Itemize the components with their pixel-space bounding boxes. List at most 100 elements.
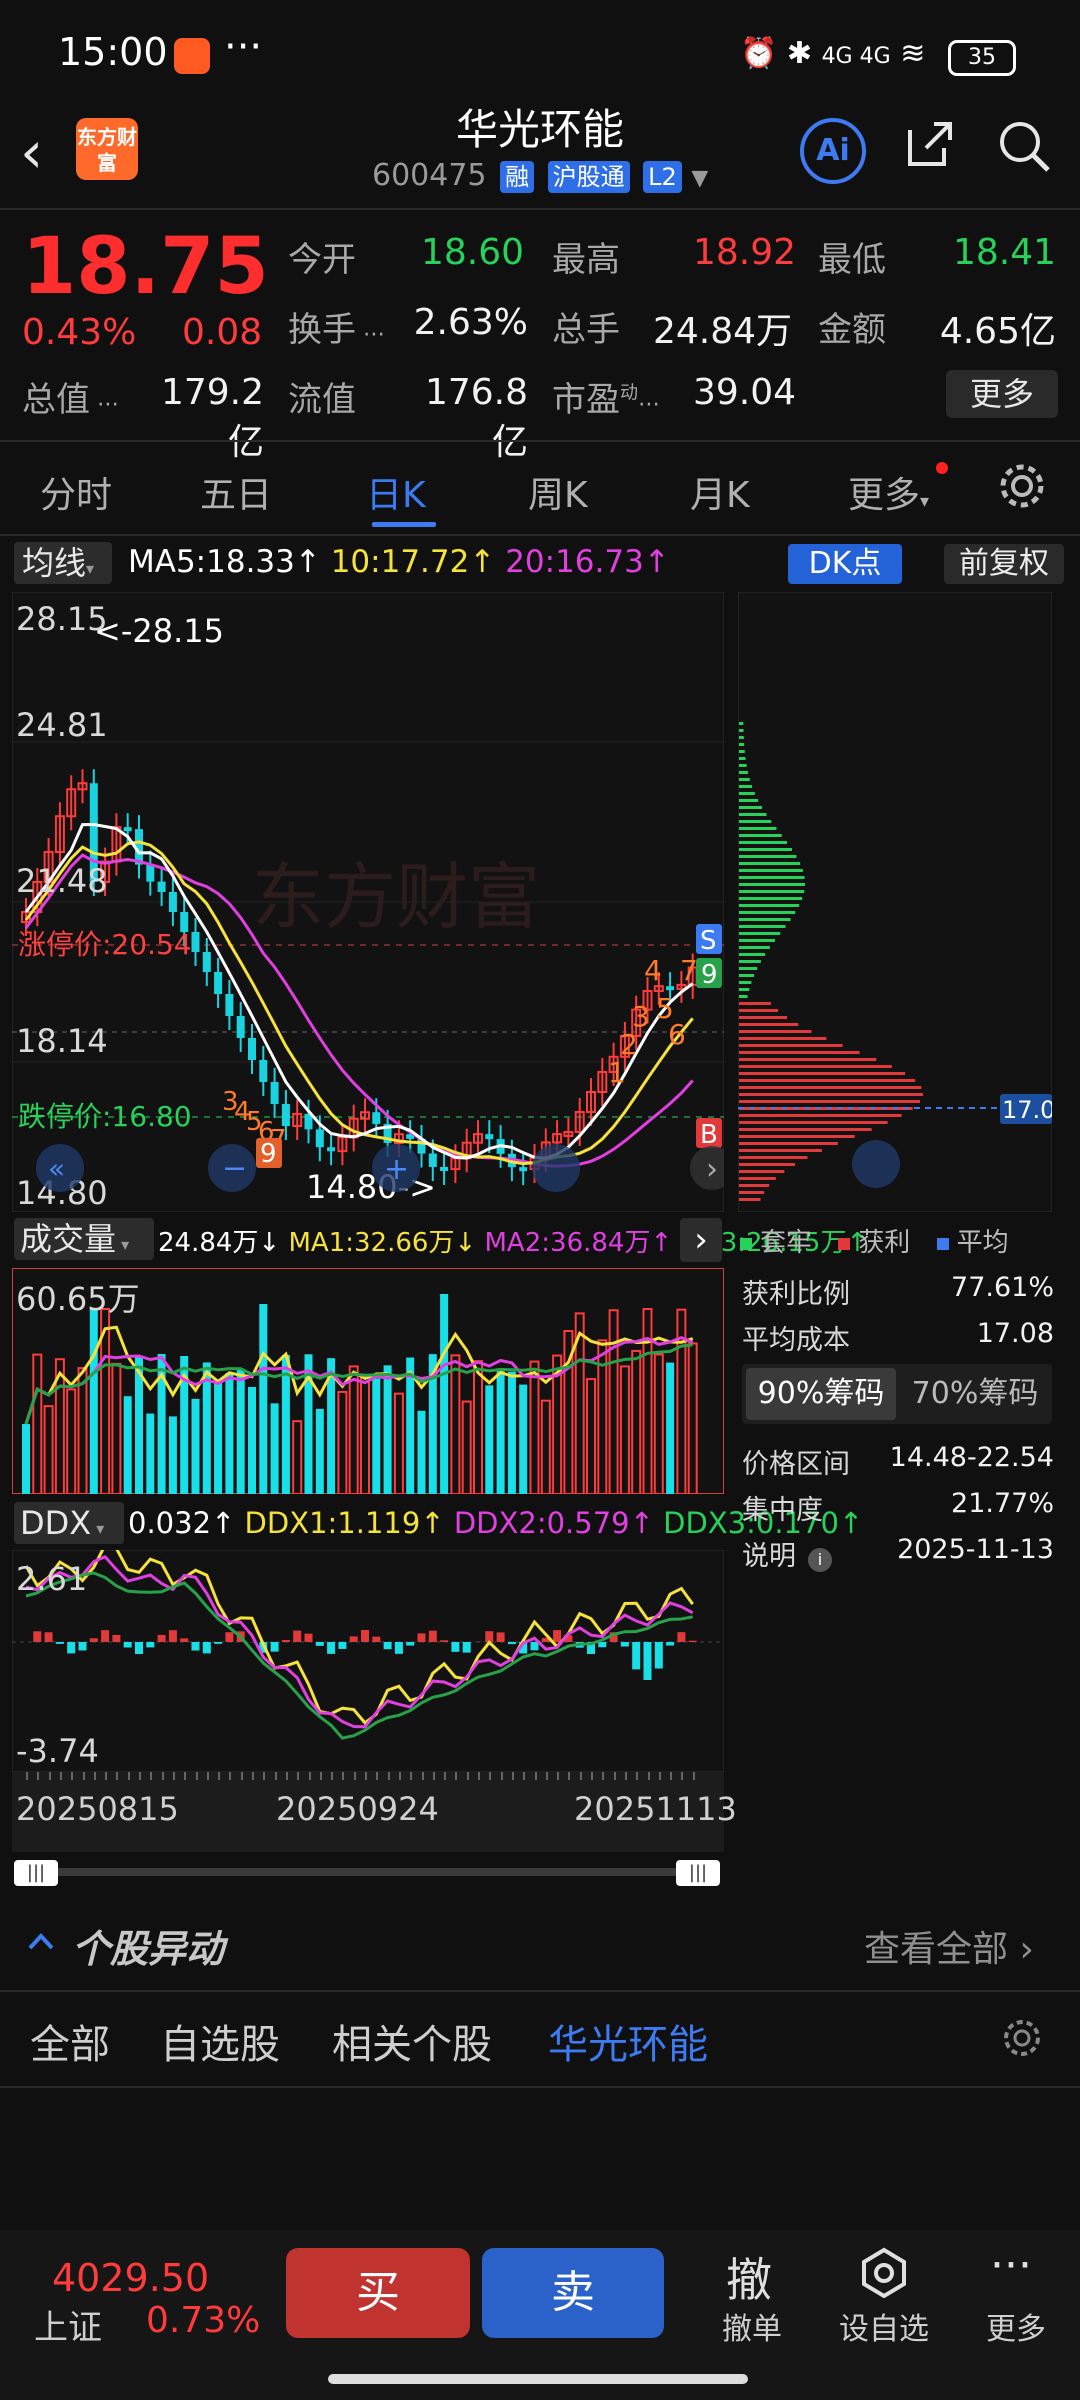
date-tick — [647, 1772, 650, 1780]
ddx-indicator-button[interactable]: DDX ▾ — [14, 1502, 124, 1544]
scroll-handle-left[interactable]: ||| — [14, 1860, 58, 1886]
kline-chart[interactable]: 东方财富 28.15 24.81 21.48 18.14 14.80 <-28.… — [12, 592, 724, 1212]
signal-up-3: 3 — [632, 1000, 650, 1033]
volume-bar — [372, 1378, 381, 1494]
filter-tab-related[interactable]: 相关个股 — [332, 2012, 492, 2070]
settings-gear-icon[interactable] — [996, 460, 1048, 512]
dropdown-arrow-icon[interactable]: ▼ — [691, 166, 708, 191]
filter-tab-all[interactable]: 全部 — [30, 2012, 110, 2070]
limit-up-label: 涨停价:20.54 — [18, 928, 192, 961]
next-indicator-button[interactable]: › — [680, 1218, 722, 1262]
date-tick — [466, 1772, 469, 1780]
index-value[interactable]: 4029.50 — [52, 2256, 209, 2300]
tag-level2: L2 — [643, 160, 682, 193]
dk-point-button[interactable]: DK点 — [788, 544, 902, 584]
view-all-link[interactable]: 查看全部 › — [864, 1920, 1034, 1972]
date-tick — [670, 1772, 673, 1780]
date-tick — [116, 1772, 119, 1780]
value-float-cap: 176.8亿 — [424, 372, 528, 463]
index-name[interactable]: 上证 — [34, 2300, 102, 2349]
label-volume: 总手 — [552, 310, 620, 350]
candle-body — [485, 1134, 494, 1140]
chip-bar — [739, 981, 752, 984]
volume-ma1: MA1:32.66万↓ — [288, 1228, 477, 1258]
ddx-bar — [417, 1633, 426, 1642]
filter-tab-current-stock[interactable]: 华光环能 — [548, 2012, 708, 2070]
volume-indicator-button[interactable]: 成交量 ▾ — [14, 1218, 154, 1260]
chip-bar — [739, 1079, 916, 1082]
candle-body — [225, 994, 234, 1016]
tab-monthly-k[interactable]: 月K — [690, 466, 750, 518]
candle-body — [168, 892, 177, 912]
ddx-bar — [620, 1642, 629, 1647]
last-price: 18.75 — [22, 222, 269, 312]
rewind-button[interactable] — [532, 1144, 580, 1192]
quote-more-button[interactable]: 更多 — [946, 370, 1058, 418]
ddx-bar — [654, 1642, 663, 1669]
add-watchlist-icon[interactable] — [858, 2246, 910, 2298]
more-menu-label[interactable]: 更多 — [956, 2304, 1076, 2348]
home-indicator[interactable] — [328, 2374, 748, 2384]
date-tick — [82, 1772, 85, 1780]
filter-settings-gear-icon[interactable] — [1000, 2016, 1044, 2060]
tab-daily-k[interactable]: 日K — [366, 466, 426, 518]
info-icon[interactable]: i — [808, 1548, 832, 1572]
date-tick — [342, 1772, 345, 1780]
ddx-bar — [123, 1642, 132, 1648]
chip-bar — [739, 799, 759, 802]
chip-distribution-chart[interactable]: 17.08 — [738, 592, 1052, 1212]
ddx-chart[interactable]: 2.61 -3.74 — [12, 1550, 724, 1772]
chip-tab-90[interactable]: 90%筹码 — [746, 1368, 896, 1420]
volume-bar — [666, 1362, 675, 1494]
chip-bar — [739, 1009, 779, 1012]
ai-assistant-button[interactable]: Ai — [800, 118, 866, 184]
ddx-bar — [507, 1642, 516, 1645]
ddx-bar — [146, 1642, 155, 1648]
chip-bar — [739, 1184, 770, 1187]
chip-bar — [739, 1002, 771, 1005]
chip-tab-70[interactable]: 70%筹码 — [900, 1368, 1050, 1420]
ddx-bar — [428, 1630, 437, 1642]
more-dots-icon[interactable]: ··· — [990, 2240, 1032, 2291]
buy-button[interactable]: 买 — [286, 2248, 470, 2338]
ddx-bar — [157, 1634, 166, 1642]
add-watchlist-label[interactable]: 设自选 — [824, 2304, 944, 2348]
search-icon[interactable] — [996, 118, 1052, 174]
scroll-handle-right[interactable]: ||| — [676, 1860, 720, 1886]
cancel-order-icon[interactable]: 撤 — [726, 2244, 772, 2310]
cancel-order-label[interactable]: 撤单 — [692, 2304, 812, 2348]
ddx-bar — [112, 1634, 121, 1642]
chip-bar — [739, 1072, 906, 1075]
chip-bar — [739, 1030, 812, 1033]
ddx-bar — [643, 1642, 652, 1680]
share-icon[interactable] — [904, 118, 956, 170]
candle-body — [281, 1104, 290, 1126]
date-tick — [624, 1772, 627, 1780]
ma-selector-button[interactable]: 均线▾ — [14, 542, 112, 584]
tab-more[interactable]: 更多▾ — [848, 466, 929, 518]
index-change-pct[interactable]: 0.73% — [146, 2300, 260, 2341]
volume-bar — [146, 1413, 155, 1494]
ddx-bar — [315, 1642, 324, 1646]
date-tick — [127, 1772, 130, 1780]
ddx-bar — [168, 1630, 177, 1642]
date-tick — [274, 1772, 277, 1780]
sell-button[interactable]: 卖 — [482, 2248, 664, 2338]
tab-weekly-k[interactable]: 周K — [528, 466, 588, 518]
chip-note[interactable]: 说明 i 2025-11-13 — [742, 1534, 1054, 1573]
volume-chart[interactable]: 60.65万 — [12, 1268, 724, 1494]
chip-bar — [739, 834, 782, 837]
timeline-scrollbar[interactable] — [14, 1868, 720, 1876]
adjust-mode-button[interactable]: 前复权 — [944, 544, 1064, 584]
tab-intraday[interactable]: 分时 — [40, 466, 112, 518]
date-tick — [229, 1772, 232, 1780]
chip-expand-button[interactable] — [852, 1140, 900, 1188]
tab-five-day[interactable]: 五日 — [200, 466, 272, 518]
chip-bar — [739, 1170, 785, 1173]
ddx-bar — [281, 1640, 290, 1642]
chevron-up-icon[interactable] — [26, 1926, 56, 1956]
volume-bar — [236, 1369, 245, 1494]
tag-connect: 沪股通 — [547, 160, 630, 193]
filter-tab-watchlist[interactable]: 自选股 — [160, 2012, 280, 2070]
signal-up-9: 9 — [701, 960, 718, 990]
